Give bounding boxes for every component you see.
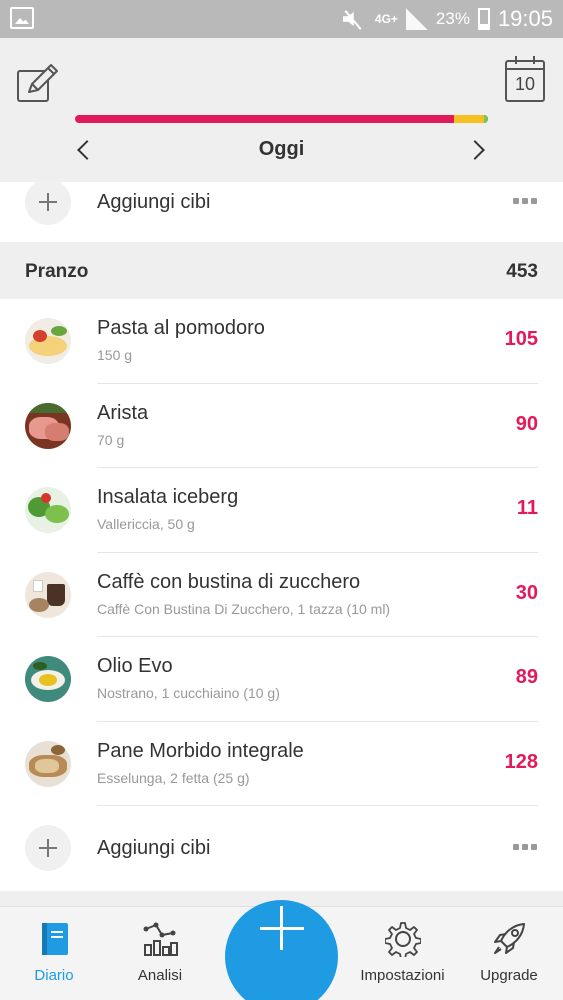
tab-label: Analisi [137, 967, 183, 984]
salad-thumb [25, 487, 71, 533]
food-item[interactable]: Pane Morbido integrale Esselunga, 2 fett… [0, 722, 563, 806]
food-kcal: 89 [515, 666, 538, 688]
tab-diario[interactable]: Diario [4, 907, 104, 1000]
network-type: 4G+ [374, 12, 398, 26]
food-item[interactable]: Insalata iceberg Vallericcia, 50 g 11 [0, 468, 563, 553]
food-item[interactable]: Olio Evo Nostrano, 1 cucchiaino (10 g) 8… [0, 637, 563, 722]
food-kcal: 90 [515, 412, 538, 435]
food-detail: Nostrano, 1 cucchiaino (10 g) [97, 685, 280, 701]
food-kcal: 30 [515, 581, 538, 604]
pork-thumb [25, 402, 71, 449]
gear-icon [383, 921, 422, 960]
food-item[interactable]: Pasta al pomodoro 150 g 105 [0, 299, 563, 384]
battery-percent: 23% [435, 9, 470, 28]
tab-analisi[interactable]: Analisi [110, 907, 210, 1000]
status-icons: 4G+ 23% 19:05 [339, 0, 553, 38]
food-name: Caffè con bustina di zucchero [97, 570, 361, 593]
section-header-lunch: Pranzo 453 [0, 242, 563, 299]
food-detail: 150 g [97, 347, 133, 363]
calorie-progress-bar [75, 115, 488, 123]
coffee-thumb [25, 571, 71, 618]
food-kcal: 11 [516, 497, 538, 519]
food-detail: Esselunga, 2 fetta (25 g) [97, 769, 250, 786]
diary-icon [36, 921, 72, 957]
food-name: Olio Evo [97, 655, 173, 677]
food-item[interactable]: Caffè con bustina di zucchero Caffè Con … [0, 553, 563, 637]
bread-thumb [25, 740, 71, 787]
analysis-icon [142, 921, 178, 957]
edit-pencil-icon[interactable] [15, 60, 61, 106]
add-food-label: Aggiungi cibi [97, 191, 211, 213]
tab-label: Diario [34, 967, 74, 984]
tab-upgrade[interactable]: Upgrade [459, 907, 559, 1000]
food-name: Pane Morbido integrale [97, 739, 304, 762]
clock: 19:05 [497, 6, 553, 31]
diary-content: Aggiungi cibi Pranzo 453 Pasta al pomodo… [0, 182, 563, 906]
add-icon[interactable] [25, 182, 71, 225]
food-name: Arista [97, 401, 149, 424]
food-detail: Vallericcia, 50 g [97, 516, 195, 532]
calendar-icon[interactable]: 10 [505, 56, 545, 102]
tab-impostazioni[interactable]: Impostazioni [345, 907, 460, 1000]
chevron-right-icon[interactable] [464, 136, 492, 164]
food-item[interactable]: Arista 70 g 90 [0, 384, 563, 468]
food-detail: 70 g [97, 431, 125, 448]
add-food-label: Aggiungi cibi [97, 837, 211, 859]
oil-thumb [25, 656, 71, 702]
food-detail: Caffè Con Bustina Di Zucchero, 1 tazza (… [97, 600, 391, 617]
food-kcal: 128 [504, 750, 538, 773]
tab-label: Impostazioni [360, 967, 445, 984]
progress-end-segment [484, 115, 488, 123]
section-title: Pranzo [25, 261, 89, 282]
pasta-thumb [25, 318, 71, 364]
section-total-kcal: 453 [506, 261, 538, 282]
gallery-notification-icon [10, 7, 34, 29]
date-navigation: Oggi [0, 130, 563, 170]
food-name: Insalata iceberg [97, 486, 239, 508]
food-list: Pasta al pomodoro 150 g 105 Arista 70 g … [0, 299, 563, 806]
food-name: Pasta al pomodoro [97, 317, 265, 339]
more-icon[interactable] [513, 198, 537, 206]
battery-icon [477, 8, 490, 30]
mute-icon [339, 9, 367, 29]
rocket-icon [491, 921, 527, 957]
status-bar: 4G+ 23% 19:05 [0, 0, 563, 38]
food-kcal: 105 [504, 328, 538, 350]
add-icon[interactable] [25, 825, 71, 871]
diary-header: 10 Oggi [0, 38, 563, 182]
progress-over-segment [454, 115, 484, 123]
calendar-day: 10 [514, 74, 536, 94]
add-food-row-lunch[interactable]: Aggiungi cibi [0, 806, 563, 891]
more-icon[interactable] [513, 844, 537, 852]
tab-label: Upgrade [480, 967, 538, 984]
signal-icon [405, 8, 428, 30]
add-food-row-breakfast[interactable]: Aggiungi cibi [0, 182, 563, 242]
